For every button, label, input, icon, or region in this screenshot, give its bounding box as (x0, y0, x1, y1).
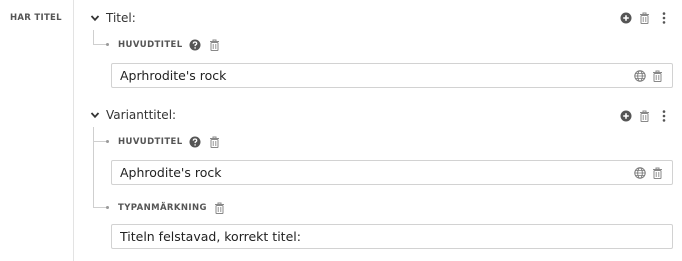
variant-title-input-value[interactable]: Aphrodite's rock (120, 165, 633, 180)
help-circle-icon[interactable] (189, 136, 202, 149)
tree-dot (106, 43, 109, 46)
column-divider (73, 0, 74, 261)
title-input-value[interactable]: Aprhrodite's rock (120, 68, 633, 83)
trash-icon[interactable] (638, 109, 651, 122)
add-circle-icon[interactable] (619, 109, 632, 122)
trash-icon[interactable] (208, 136, 221, 149)
sub-label-row: HUVUDTITEL (118, 135, 221, 149)
more-vertical-icon[interactable] (657, 11, 670, 24)
tree-connector (93, 30, 107, 45)
chevron-down-icon[interactable] (88, 109, 101, 122)
field-label-har-titel: HAR TITEL (10, 13, 62, 23)
chevron-down-icon[interactable] (88, 12, 101, 25)
type-note-input-value[interactable]: Titeln felstavad, korrekt titel: (120, 229, 664, 244)
help-circle-icon[interactable] (189, 39, 202, 52)
trash-icon[interactable] (213, 202, 226, 215)
group-actions (619, 109, 670, 122)
more-vertical-icon[interactable] (657, 109, 670, 122)
group-header-titel[interactable]: Titel: (88, 10, 136, 26)
input-icons (633, 166, 664, 179)
trash-icon[interactable] (208, 39, 221, 52)
input-icons (633, 69, 664, 82)
type-note-input[interactable]: Titeln felstavad, korrekt titel: (111, 224, 673, 249)
trash-icon[interactable] (638, 11, 651, 24)
sub-label-huvudtitel: HUVUDTITEL (118, 40, 183, 50)
tree-connector (93, 127, 107, 142)
sub-label-typanmarkning: TYPANMÄRKNING (118, 203, 207, 213)
group-title: Varianttitel: (106, 108, 177, 122)
title-input[interactable]: Aprhrodite's rock (111, 63, 673, 88)
tree-connector (93, 195, 107, 208)
sub-label-row: HUVUDTITEL (118, 38, 221, 52)
tree-dot (106, 206, 109, 209)
trash-icon[interactable] (651, 69, 664, 82)
globe-icon[interactable] (633, 166, 646, 179)
trash-icon[interactable] (651, 166, 664, 179)
group-header-varianttitel[interactable]: Varianttitel: (88, 107, 176, 123)
group-actions (619, 11, 670, 24)
sub-label-row: TYPANMÄRKNING (118, 201, 226, 215)
tree-dot (106, 140, 109, 143)
sub-label-huvudtitel: HUVUDTITEL (118, 137, 183, 147)
add-circle-icon[interactable] (619, 11, 632, 24)
globe-icon[interactable] (633, 69, 646, 82)
variant-title-input[interactable]: Aphrodite's rock (111, 160, 673, 185)
group-title: Titel: (106, 11, 136, 25)
